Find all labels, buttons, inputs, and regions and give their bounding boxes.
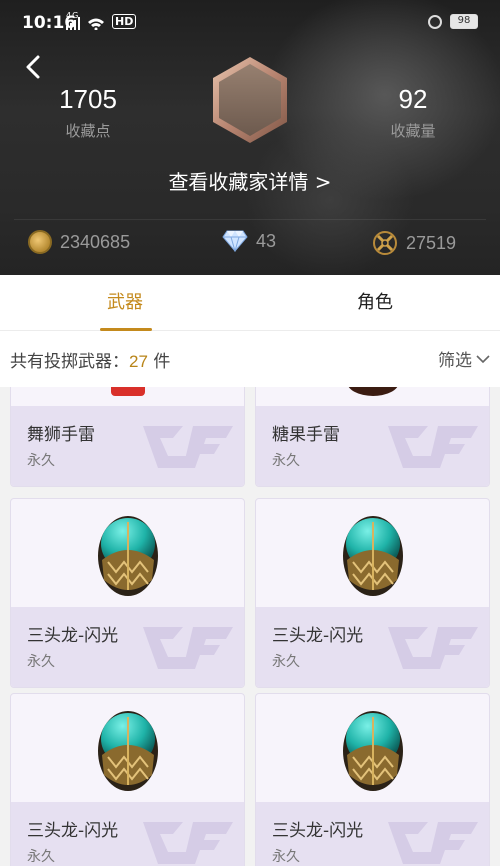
weapon-term: 永久 (27, 453, 55, 469)
weapon-name: 舞狮手雷 (27, 425, 95, 445)
cf-logo-icon (143, 426, 233, 468)
collection-count-value: 92 (398, 84, 428, 114)
cf-logo-icon (388, 822, 478, 864)
weapon-term: 永久 (27, 849, 55, 865)
collector-rank-badge-icon (213, 57, 287, 143)
filter-bar: 共有投掷武器：27 件 筛选 (0, 331, 500, 387)
item-count-suffix: 件 (147, 352, 171, 372)
category-tabs: 武器 角色 (0, 275, 500, 331)
crossed-weapons-icon (372, 230, 398, 256)
collector-header: 10:16 4G HD 98 1705 收藏点 92 收藏量 查看收藏家详情 >… (0, 0, 500, 275)
weapon-card[interactable]: 三头龙-闪光 永久 (255, 693, 490, 866)
three-headed-dragon-flash-icon (342, 516, 403, 596)
weapon-image (256, 499, 489, 609)
item-count: 共有投掷武器：27 件 (10, 347, 170, 372)
resource-bar: 2340685 43 27519 (0, 230, 500, 264)
weapon-name: 三头龙-闪光 (272, 626, 364, 646)
three-headed-dragon-flash-icon (342, 711, 403, 791)
cf-logo-icon (388, 627, 478, 669)
cf-logo-icon (143, 627, 233, 669)
filter-button[interactable]: 筛选 (438, 346, 490, 371)
weapon-term: 永久 (27, 654, 55, 670)
weapon-card[interactable]: 三头龙-闪光 永久 (255, 498, 490, 688)
collection-points-label: 收藏点 (65, 122, 111, 140)
weapon-info: 三头龙-闪光 永久 (11, 607, 244, 687)
weapon-card[interactable]: 舞狮手雷 永久 (10, 387, 245, 487)
weapon-card[interactable]: 三头龙-闪光 永久 (10, 693, 245, 866)
weapon-term: 永久 (272, 453, 300, 469)
weapon-info: 糖果手雷 永久 (256, 406, 489, 486)
header-divider (14, 219, 486, 220)
three-headed-dragon-flash-icon (97, 516, 158, 596)
honor-resource: 27519 (372, 230, 456, 256)
weapon-image (11, 694, 244, 804)
weapon-name: 糖果手雷 (272, 425, 340, 445)
chevron-left-icon (26, 55, 40, 79)
item-count-value: 27 (129, 352, 148, 371)
weapon-info: 三头龙-闪光 永久 (256, 802, 489, 866)
weapon-info: 三头龙-闪光 永久 (256, 607, 489, 687)
weapon-term: 永久 (272, 654, 300, 670)
weapon-image (11, 387, 244, 408)
weapon-term: 永久 (272, 849, 300, 865)
three-headed-dragon-flash-icon (97, 711, 158, 791)
chevron-down-icon (476, 354, 490, 363)
weapon-image (11, 499, 244, 609)
weapon-name: 三头龙-闪光 (272, 821, 364, 841)
gold-coin-icon (28, 230, 52, 254)
signal-icon (66, 17, 104, 30)
cf-logo-icon (143, 822, 233, 864)
weapon-image (256, 694, 489, 804)
honor-value: 27519 (406, 232, 457, 253)
gold-resource: 2340685 (28, 230, 130, 254)
rotation-lock-icon (428, 14, 442, 29)
weapon-name: 三头龙-闪光 (27, 626, 119, 646)
weapon-name: 三头龙-闪光 (27, 821, 119, 841)
weapon-card[interactable]: 三头龙-闪光 永久 (10, 498, 245, 688)
gold-value: 2340685 (60, 231, 131, 252)
weapon-grid: 舞狮手雷 永久 糖果手雷 永久 三头龙-闪光 永久 三头龙-闪光 永久 三头龙-… (0, 387, 500, 866)
back-button[interactable] (18, 52, 48, 82)
weapon-info: 舞狮手雷 永久 (11, 406, 244, 486)
hd-icon: HD (112, 14, 137, 29)
lion-dance-grenade-icon (110, 387, 145, 396)
collection-count-label: 收藏量 (390, 122, 436, 140)
filter-label: 筛选 (438, 351, 472, 371)
collection-points-stat: 1705 收藏点 (38, 84, 138, 141)
battery-icon: 98 (450, 14, 478, 29)
collection-count-stat: 92 收藏量 (363, 84, 463, 141)
candy-grenade-icon (348, 387, 397, 396)
tab-roles[interactable]: 角色 (250, 275, 500, 331)
diamond-value: 43 (256, 230, 277, 251)
diamond-resource: 43 (222, 230, 276, 252)
item-count-prefix: 共有投掷武器： (10, 352, 129, 372)
diamond-icon (222, 230, 248, 252)
collection-points-value: 1705 (59, 84, 117, 114)
tab-weapons[interactable]: 武器 (0, 275, 250, 331)
weapon-card[interactable]: 糖果手雷 永久 (255, 387, 490, 487)
weapon-info: 三头龙-闪光 永久 (11, 802, 244, 866)
status-bar: 10:16 4G HD 98 (0, 0, 500, 44)
cf-logo-icon (388, 426, 478, 468)
weapon-image (256, 387, 489, 408)
view-collector-details-link[interactable]: 查看收藏家详情 > (0, 166, 500, 195)
